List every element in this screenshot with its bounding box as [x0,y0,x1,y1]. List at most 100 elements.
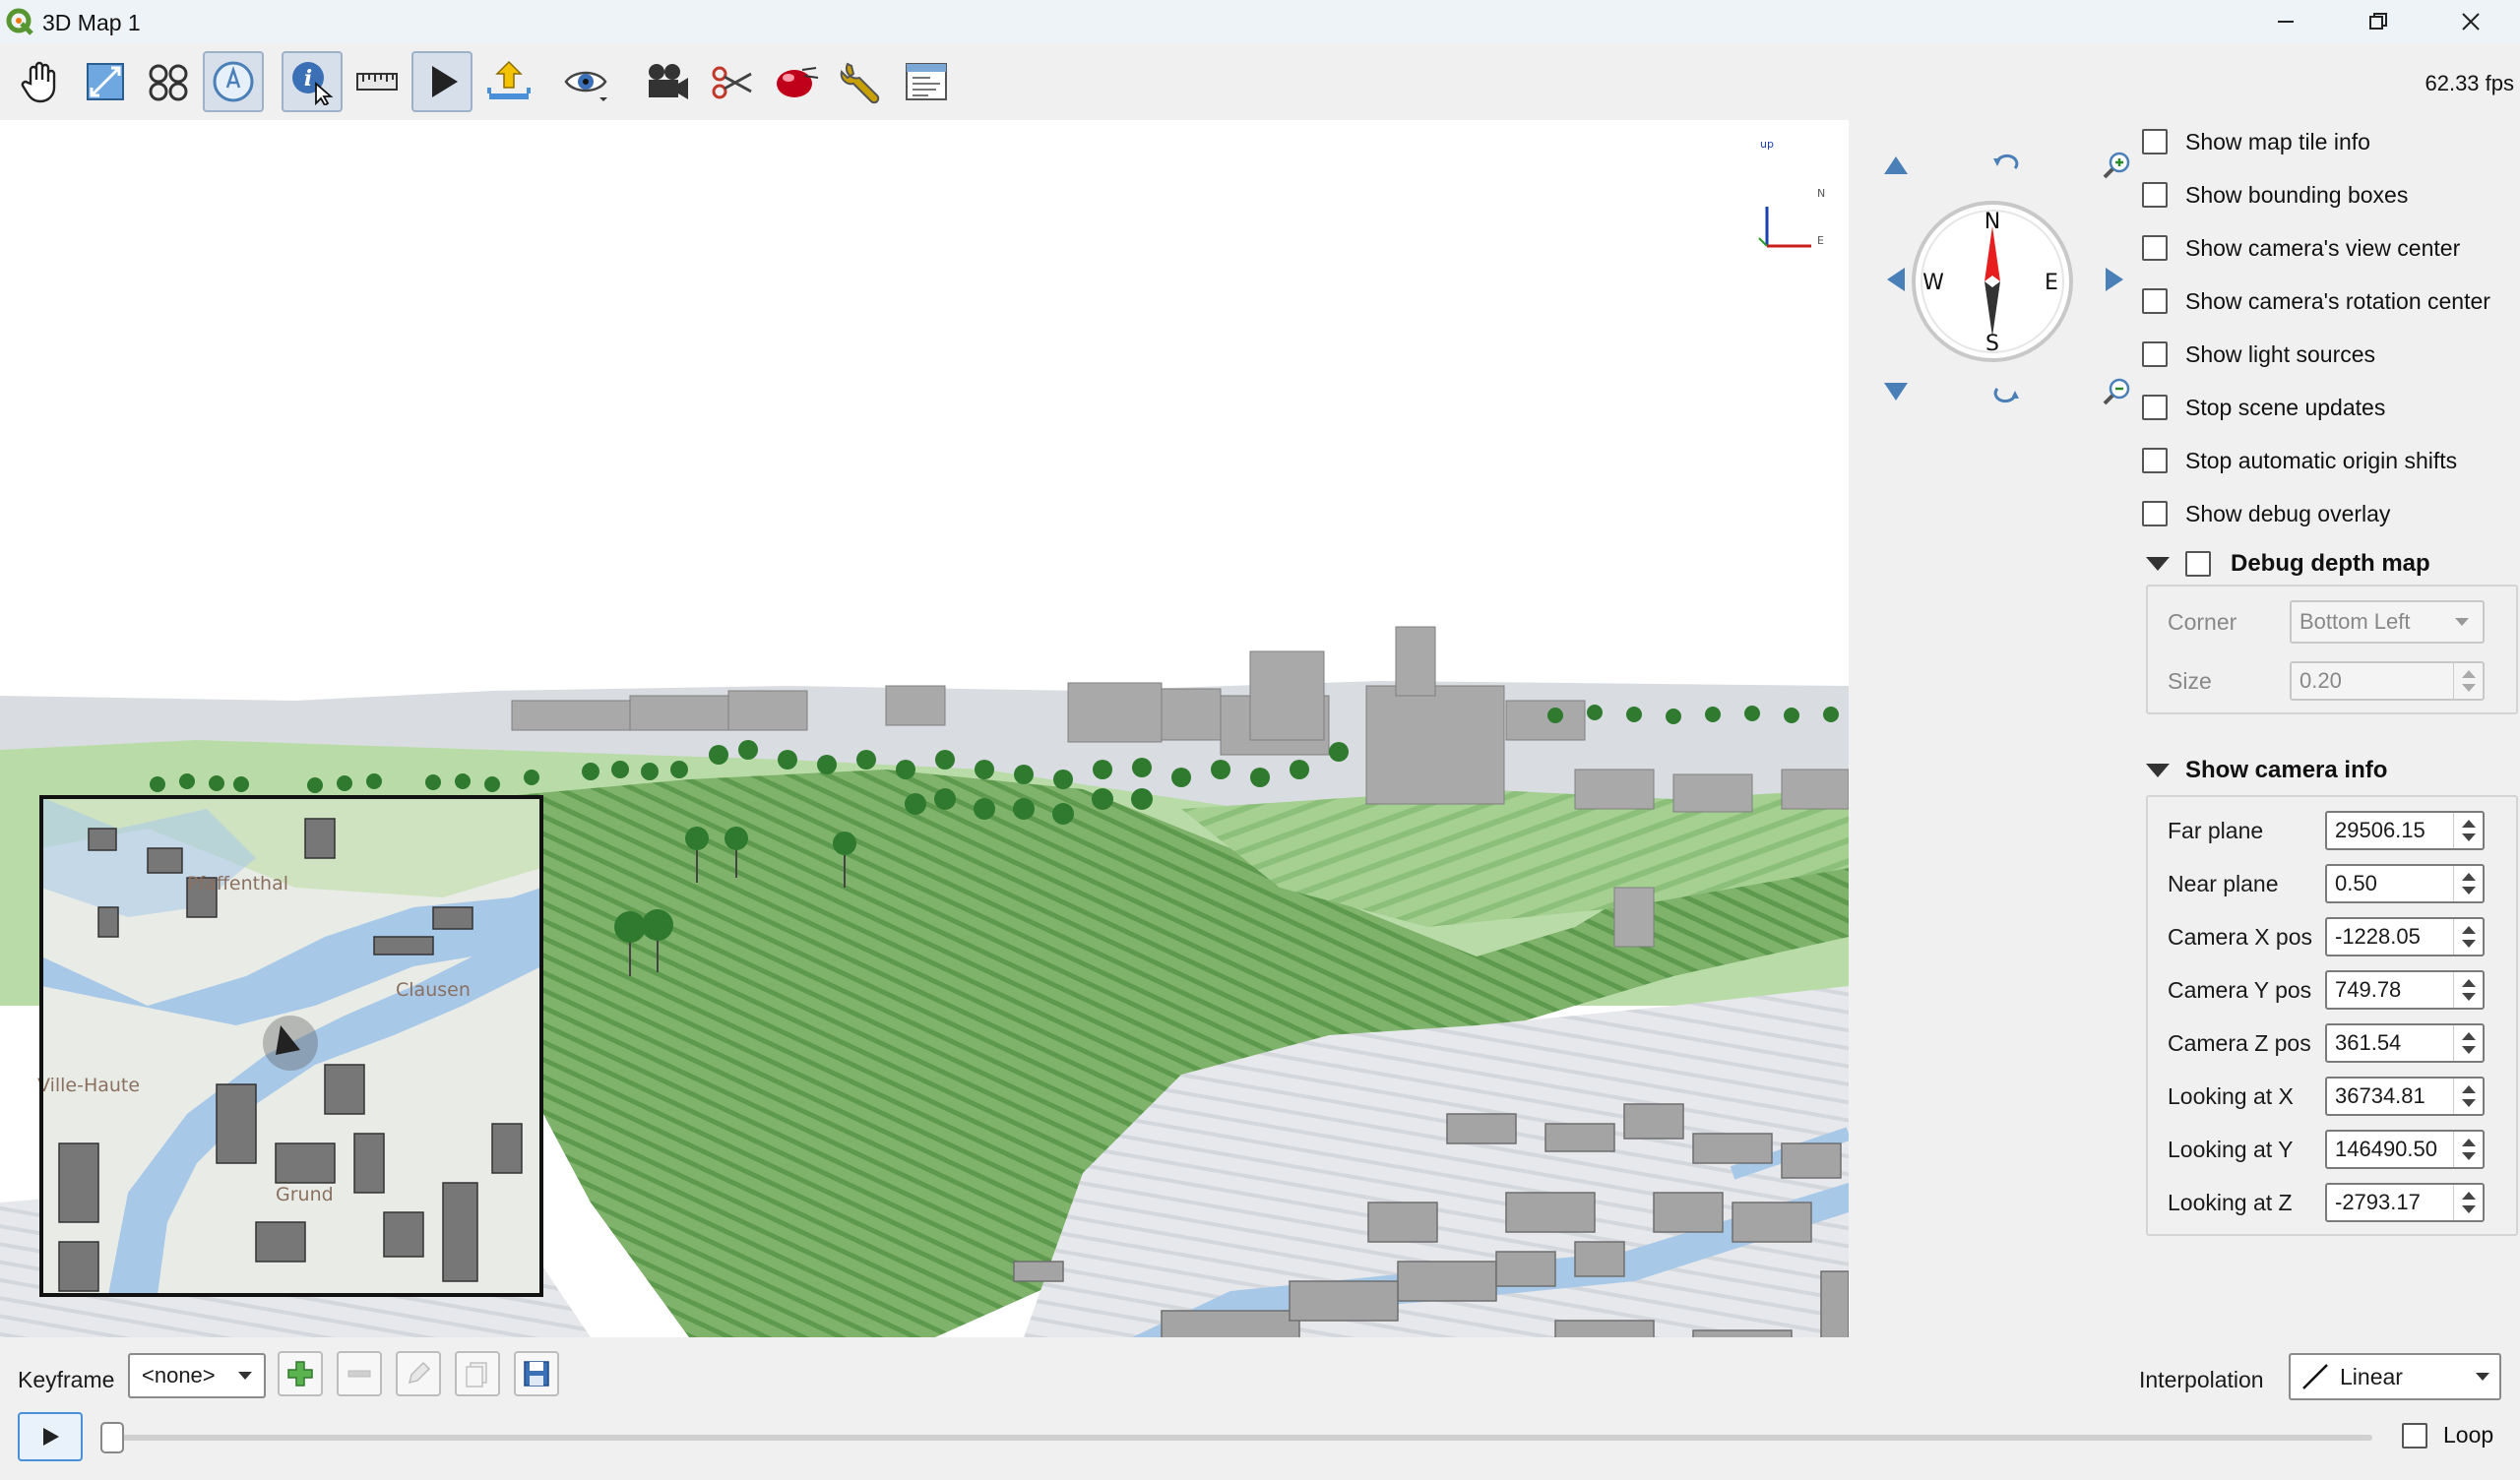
pan-hand-icon [21,61,56,103]
measure-tool-button[interactable] [346,51,408,112]
identify-tool-button[interactable]: i [282,51,343,112]
checkbox-box[interactable] [2142,288,2168,314]
duplicate-keyframe-button[interactable] [455,1351,500,1396]
toggle-camera-button[interactable] [138,51,199,112]
animation-timeline-track[interactable] [108,1435,2372,1441]
debug-depth-map-header[interactable]: Debug depth map [2146,547,2430,581]
checkbox-box[interactable] [2142,341,2168,367]
tilt-down-button[interactable] [1986,372,2026,411]
looking-at-x-spinbox[interactable]: 36734.81 [2325,1077,2485,1116]
camera-z-spinbox[interactable]: 361.54 [2325,1023,2485,1063]
checkbox-box[interactable] [2142,129,2168,154]
animation-bar: Keyframe <none> Interpolation Linear Loo… [0,1337,2520,1480]
settings-button[interactable] [831,51,892,112]
add-keyframe-button[interactable] [278,1351,323,1396]
checkbox-box[interactable] [2402,1422,2427,1449]
checkbox-box[interactable] [2142,501,2168,526]
show-camera-rotation-center-checkbox[interactable]: Show camera's rotation center [2142,285,2490,317]
minimize-icon [2278,21,2294,23]
remove-keyframe-button[interactable] [337,1351,382,1396]
interpolation-combo[interactable]: Linear [2289,1353,2501,1400]
navigation-widget: N S E W [1849,120,2134,455]
restore-button[interactable] [2333,0,2424,43]
tilt-up-button[interactable] [1986,146,2026,185]
camera-x-spinbox[interactable]: -1228.05 [2325,917,2485,956]
close-button[interactable] [2426,0,2516,43]
field-label: Camera Y pos [2168,976,2312,1003]
spin-arrows[interactable] [2453,813,2483,848]
linear-curve-icon [2302,1364,2328,1389]
triangle-right-icon [2106,268,2123,291]
clipping-menu-button[interactable] [701,51,762,112]
move-right-button[interactable] [2095,260,2134,299]
spin-arrows[interactable] [2453,866,2483,901]
checkbox-box[interactable] [2142,182,2168,208]
zoom-out-button[interactable] [2097,372,2136,411]
checkbox-box[interactable] [2142,235,2168,261]
near-plane-spinbox[interactable]: 0.50 [2325,864,2485,903]
play-icon [43,1428,59,1446]
camera-icon [649,64,688,99]
move-up-button[interactable] [1876,146,1916,185]
export-button[interactable] [478,51,539,112]
spin-arrows[interactable] [2453,919,2483,955]
zoom-full-button[interactable] [75,51,136,112]
field-label: Camera X pos [2168,923,2313,950]
spin-arrows[interactable] [2453,663,2483,699]
layout-button[interactable] [896,51,957,112]
plus-icon [287,1361,313,1387]
size-spinbox[interactable]: 0.20 [2290,661,2485,701]
show-light-sources-checkbox[interactable]: Show light sources [2142,339,2375,370]
show-camera-info-header[interactable]: Show camera info [2146,754,2387,787]
effects-menu-button[interactable] [766,51,827,112]
looking-at-z-row: Looking at Z [2168,1181,2325,1224]
collapse-triangle-icon[interactable] [2146,557,2170,571]
show-debug-overlay-checkbox[interactable]: Show debug overlay [2142,498,2390,529]
play-animation-button[interactable] [18,1412,83,1461]
chevron-down-icon [2476,1373,2489,1381]
spin-arrows[interactable] [2453,1185,2483,1220]
show-bounding-boxes-checkbox[interactable]: Show bounding boxes [2142,179,2408,211]
debug-depth-map-checkbox[interactable] [2185,551,2211,577]
keyframe-combo[interactable]: <none> [128,1353,266,1398]
spin-arrows[interactable] [2453,1079,2483,1114]
camera-menu-button[interactable] [636,51,697,112]
spin-arrows[interactable] [2453,1132,2483,1167]
minimap-overlay: Pfaffenthal Clausen Ville-Haute Grund [37,795,543,1297]
axis-up-label: up [1760,138,1774,151]
field-value: 749.78 [2335,977,2402,1002]
checkbox-box[interactable] [2142,395,2168,420]
compass-dial[interactable]: N S E W [1910,199,2075,364]
svg-text:i: i [304,66,312,92]
3d-map-canvas[interactable]: up N E Pfaffenthal Clausen Ville-Haute G… [0,120,1849,1337]
edit-keyframe-button[interactable] [396,1351,441,1396]
looking-at-y-spinbox[interactable]: 146490.50 [2325,1130,2485,1169]
loop-checkbox[interactable]: Loop [2402,1422,2493,1449]
camera-x-row: Camera X pos [2168,915,2325,958]
zoom-in-button[interactable] [2097,146,2136,185]
looking-at-z-spinbox[interactable]: -2793.17 [2325,1183,2485,1222]
collapse-triangle-icon[interactable] [2146,764,2170,777]
stop-automatic-origin-shifts-checkbox[interactable]: Stop automatic origin shifts [2142,445,2457,476]
axis-gizmo: up N E [1758,138,1825,248]
chevron-down-icon [238,1372,252,1380]
animation-timeline-thumb[interactable] [100,1422,124,1453]
show-map-tile-info-checkbox[interactable]: Show map tile info [2142,126,2370,157]
minimize-button[interactable] [2240,0,2331,43]
pan-tool-button[interactable] [8,51,69,112]
checkbox-box[interactable] [2142,448,2168,473]
camera-toggle-icon [149,64,188,101]
spin-arrows[interactable] [2453,1025,2483,1061]
navigation-tool-button[interactable] [203,51,264,112]
stop-scene-updates-checkbox[interactable]: Stop scene updates [2142,392,2385,423]
save-animation-button[interactable] [514,1351,559,1396]
corner-combo[interactable]: Bottom Left [2290,600,2485,644]
view-menu-button[interactable] [555,51,616,112]
far-plane-spinbox[interactable]: 29506.15 [2325,811,2485,850]
show-camera-view-center-checkbox[interactable]: Show camera's view center [2142,232,2460,264]
camera-y-spinbox[interactable]: 749.78 [2325,970,2485,1010]
spin-arrows[interactable] [2453,972,2483,1008]
move-down-button[interactable] [1876,372,1916,411]
animation-tool-button[interactable] [411,51,472,112]
keyframe-value: <none> [142,1363,216,1388]
